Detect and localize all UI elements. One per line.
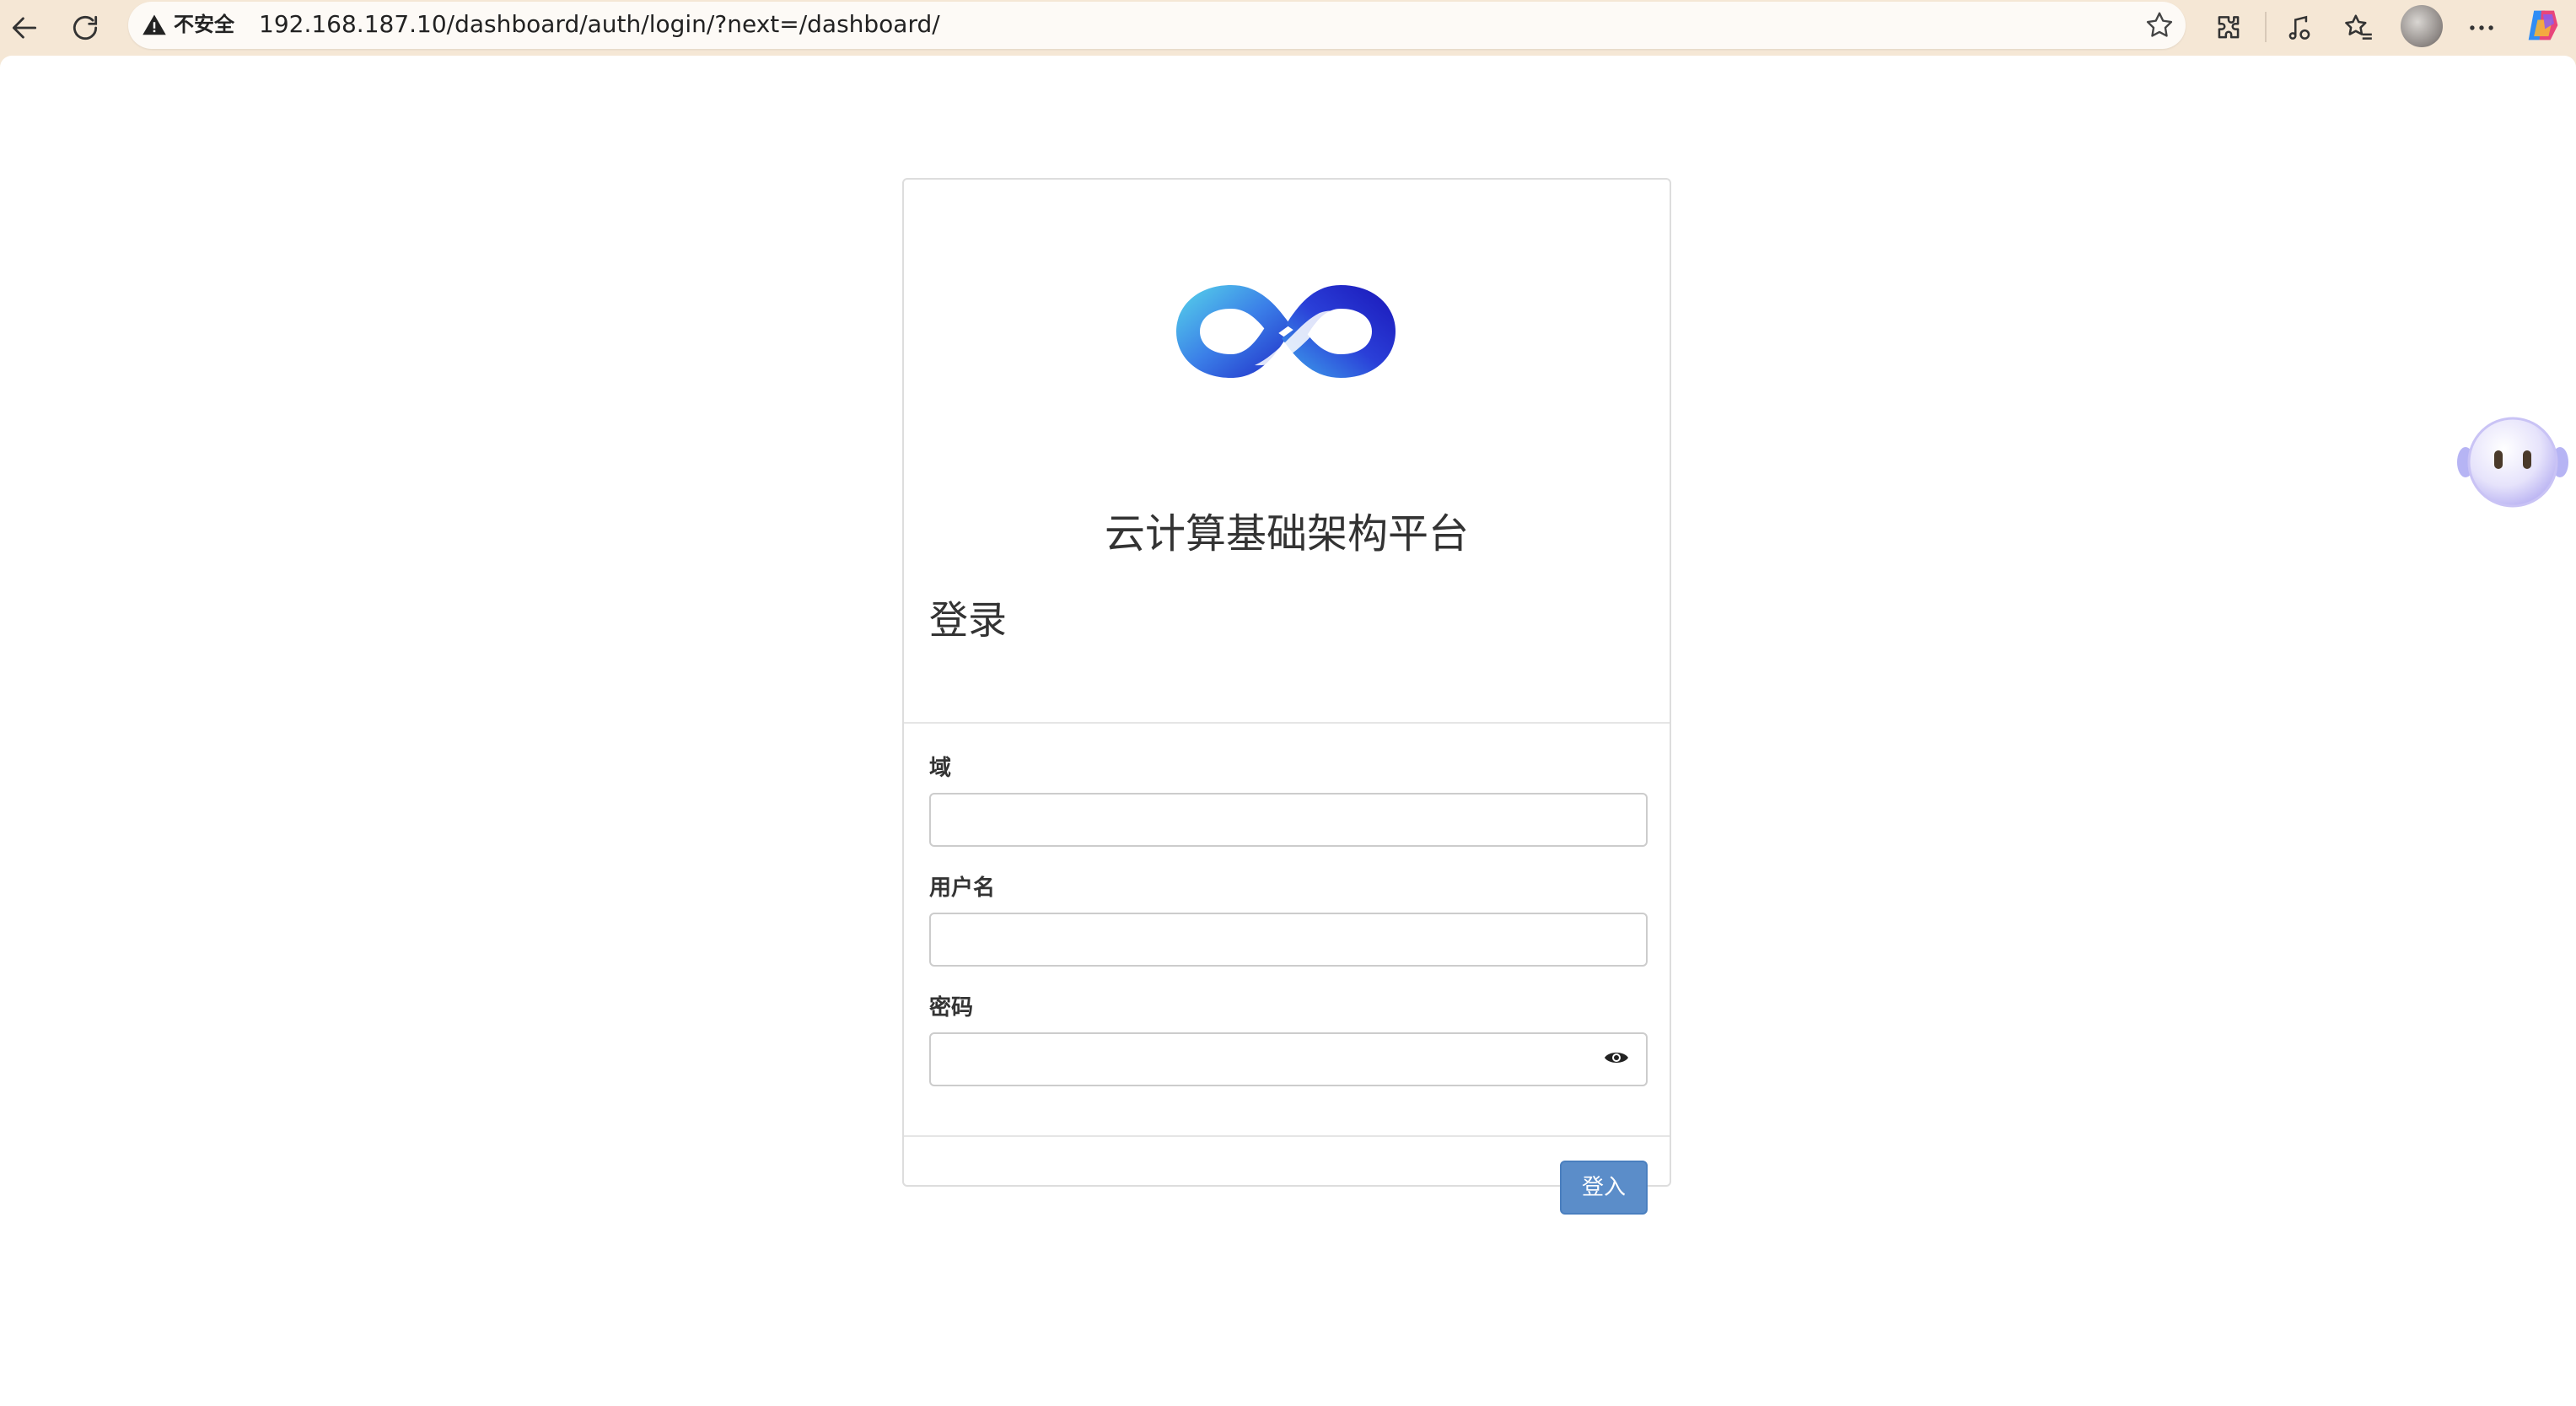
platform-logo [1176, 285, 1396, 378]
warning-icon[interactable] [142, 13, 167, 38]
more-icon [2470, 25, 2493, 30]
extensions-icon [2218, 16, 2240, 39]
password-input[interactable] [929, 1032, 1648, 1086]
login-submit-button[interactable]: 登入 [1560, 1161, 1648, 1215]
favorite-star-icon[interactable] [2143, 9, 2175, 41]
favorites-icon [2345, 14, 2372, 40]
username-input[interactable] [929, 913, 1648, 967]
domain-input[interactable] [929, 793, 1648, 847]
address-bar[interactable]: 不安全 192.168.187.10/dashboard/auth/login/… [128, 2, 2186, 49]
browser-toolbar: 不安全 192.168.187.10/dashboard/auth/login/… [0, 0, 2576, 56]
show-password-eye-icon[interactable] [1604, 1048, 1629, 1067]
favorites-button[interactable] [2336, 5, 2381, 51]
assistant-bot-icon[interactable] [2454, 415, 2572, 509]
login-card: 云计算基础架构平台 登录 域 用户名 密码 登入 [902, 178, 1671, 1215]
media-icon [2288, 15, 2310, 40]
media-button[interactable] [2277, 5, 2322, 51]
footer-divider [904, 1135, 1670, 1137]
domain-label: 域 [929, 756, 952, 781]
refresh-button[interactable] [62, 5, 108, 51]
back-button[interactable] [2, 5, 47, 51]
url-text[interactable]: 192.168.187.10/dashboard/auth/login/?nex… [259, 10, 940, 39]
password-label: 密码 [929, 995, 974, 1021]
page-viewport: 云计算基础架构平台 登录 域 用户名 密码 登入 [0, 56, 2576, 1406]
toolbar-divider [2265, 12, 2267, 42]
refresh-icon [73, 15, 98, 40]
header-divider [904, 722, 1670, 724]
username-label: 用户名 [929, 875, 996, 901]
copilot-icon[interactable] [2521, 3, 2565, 47]
back-arrow-icon [12, 17, 37, 39]
profile-avatar[interactable] [2401, 5, 2443, 47]
login-heading: 登录 [929, 597, 1007, 643]
not-secure-label[interactable]: 不安全 [174, 10, 234, 39]
extensions-button[interactable] [2206, 5, 2251, 51]
platform-title: 云计算基础架构平台 [1104, 510, 1469, 558]
more-button[interactable] [2459, 5, 2504, 51]
